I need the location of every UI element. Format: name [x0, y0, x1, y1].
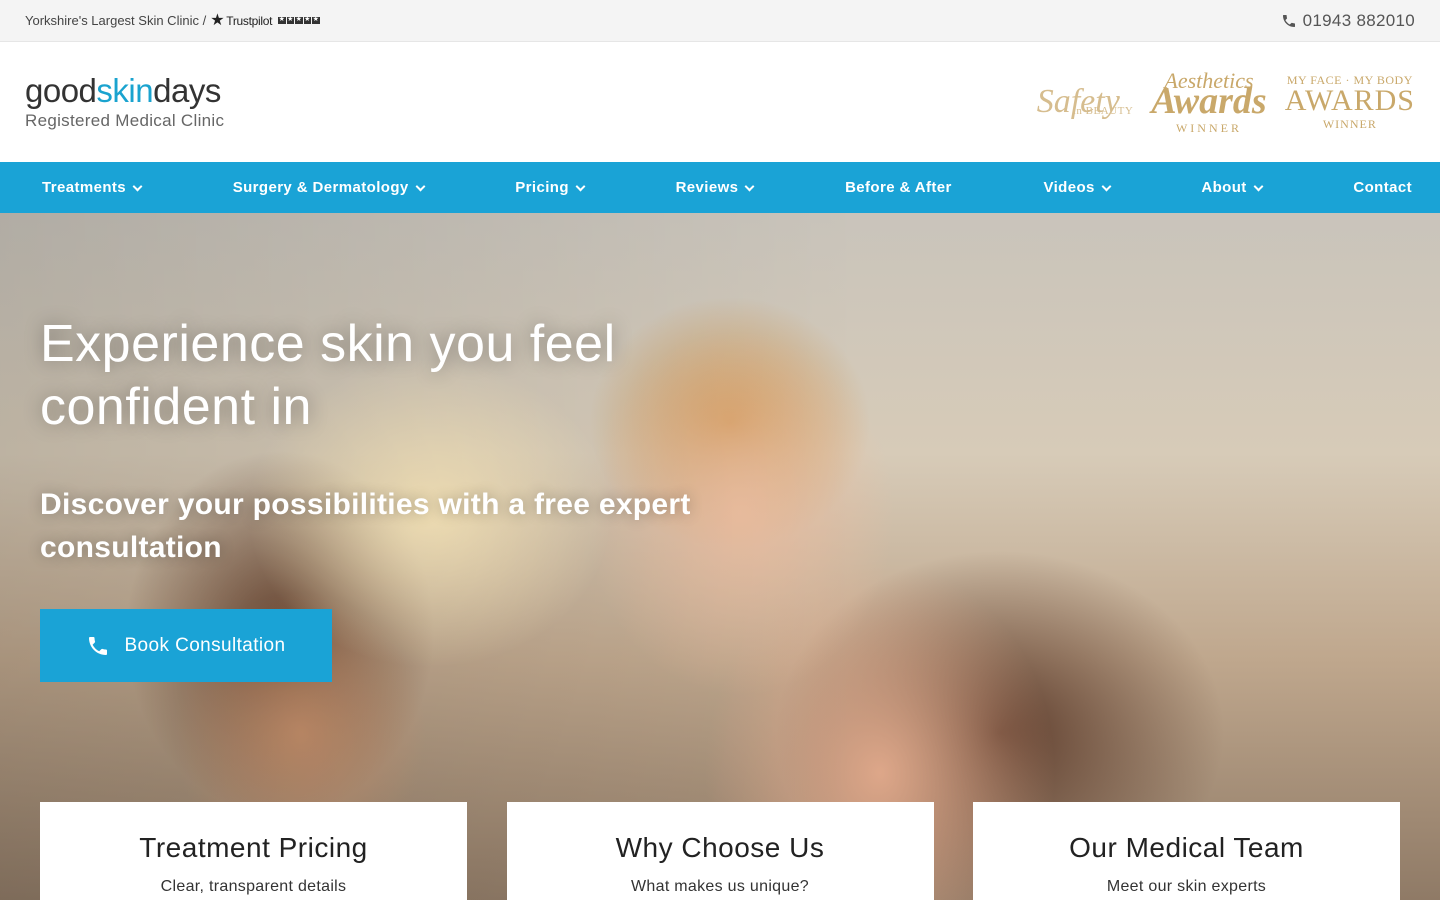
nav-item-before-after[interactable]: Before & After [845, 179, 952, 196]
card-subtitle: Clear, transparent details [160, 878, 347, 895]
trustpilot-star-icon: ★ [210, 11, 225, 29]
phone-icon [89, 636, 108, 655]
chevron-down-icon [415, 181, 426, 191]
nav-item-pricing[interactable]: Pricing [515, 179, 586, 196]
logo-subtitle: Registered Medical Clinic [25, 110, 225, 130]
hero-content: Experience skin you feel confident in Di… [40, 313, 780, 569]
my-face-my-body-awards-badge: MY FACE · MY BODY AWARDS WINNER [1284, 73, 1415, 131]
top-bar-left: Yorkshire's Largest Skin Clinic / ★ Trus… [25, 11, 320, 29]
card-why-choose-us[interactable]: Why Choose Us What makes us unique? [506, 802, 934, 900]
nav-item-treatments[interactable]: Treatments [42, 179, 143, 196]
hero-banner: Experience skin you feel confident in Di… [0, 213, 1440, 900]
nav-item-surgery-dermatology[interactable]: Surgery & Dermatology [233, 179, 426, 196]
nav-item-contact[interactable]: Contact [1353, 179, 1412, 196]
hero-title: Experience skin you feel confident in [40, 315, 616, 436]
safety-in-beauty-badge: Safety in BEAUTY [1036, 83, 1134, 120]
chevron-down-icon [1253, 181, 1264, 191]
card-title: Why Choose Us [615, 832, 825, 863]
aesthetics-awards-badge: Aesthetics Awards WINNER [1151, 68, 1267, 135]
logo-wordmark: goodskindays [25, 71, 221, 109]
phone-number: 01943 882010 [1302, 10, 1415, 30]
nav-item-about[interactable]: About [1201, 179, 1264, 196]
chevron-down-icon [575, 181, 586, 191]
site-header: goodskindays Registered Medical Clinic S… [0, 42, 1440, 162]
card-title: Treatment Pricing [139, 832, 368, 863]
phone-icon [1282, 14, 1295, 27]
awards-row: Safety in BEAUTY Aesthetics Awards WINNE… [1023, 68, 1415, 135]
card-subtitle: What makes us unique? [631, 878, 809, 895]
trustpilot-rating-stars-icon [278, 16, 320, 25]
phone-link[interactable]: 01943 882010 [1281, 11, 1415, 31]
card-treatment-pricing[interactable]: Treatment Pricing Clear, transparent det… [40, 802, 467, 900]
feature-cards: Treatment Pricing Clear, transparent det… [40, 802, 1400, 900]
book-consultation-button[interactable]: Book Consultation [40, 609, 332, 682]
chevron-down-icon [1101, 181, 1112, 191]
chevron-down-icon [132, 181, 143, 191]
book-consultation-label: Book Consultation [124, 634, 286, 656]
trustpilot-label: Trustpilot [226, 13, 273, 28]
card-title: Our Medical Team [1069, 832, 1304, 863]
chevron-down-icon [744, 181, 755, 191]
top-bar: Yorkshire's Largest Skin Clinic / ★ Trus… [0, 0, 1440, 42]
nav-item-reviews[interactable]: Reviews [676, 179, 755, 196]
card-our-medical-team[interactable]: Our Medical Team Meet our skin experts [973, 802, 1400, 900]
nav-item-videos[interactable]: Videos [1043, 179, 1112, 196]
main-nav: Treatments Surgery & Dermatology Pricing… [0, 162, 1440, 213]
trustpilot-link[interactable]: ★ Trustpilot [210, 11, 320, 29]
tagline: Yorkshire's Largest Skin Clinic / [25, 13, 207, 28]
site-logo[interactable]: goodskindays Registered Medical Clinic [25, 74, 224, 131]
card-subtitle: Meet our skin experts [1106, 878, 1267, 895]
hero-subtitle: Discover your possibilities with a free … [40, 488, 691, 564]
